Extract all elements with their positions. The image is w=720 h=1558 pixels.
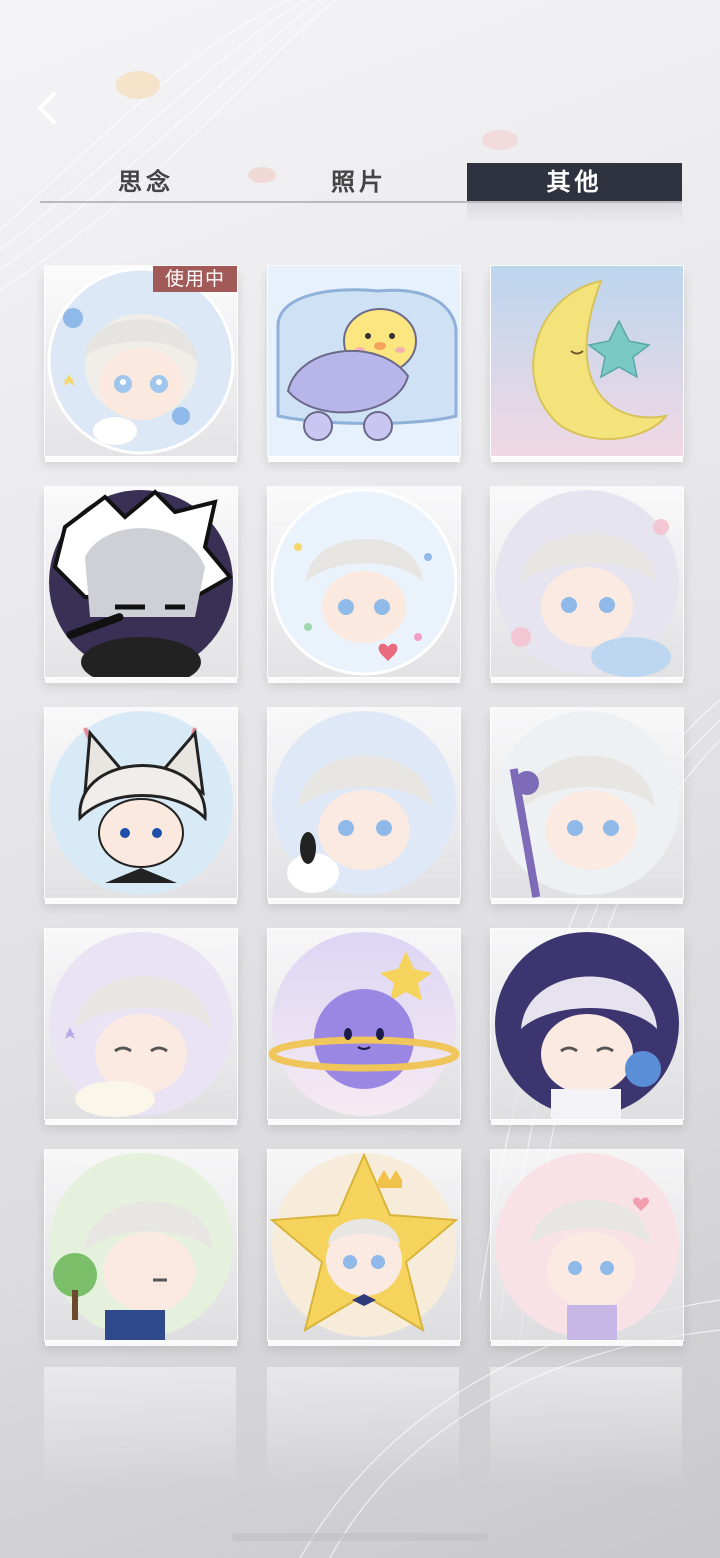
chibi-boy-staff-image [495,711,679,898]
duck-on-pillow-image [268,266,460,456]
chibi-boy-birthday-image [270,488,458,676]
chevron-left-icon [38,92,56,124]
avatar-card-chibi-boy-flower[interactable]: 使用中 [44,265,238,457]
chibi-boy-pastel-image [495,490,679,677]
avatar-card-moon-plush[interactable] [490,265,684,457]
avatar-card-chibi-boy-forest[interactable] [44,1149,238,1341]
tab-other[interactable]: 其他 [467,163,682,223]
tab-missing[interactable]: 思念 [40,163,252,201]
avatar-card-chibi-boy-staff[interactable] [490,707,684,899]
avatar-card-chibi-boy-microphone[interactable] [44,486,238,678]
chibi-boy-cat-ears-image [49,711,233,895]
chibi-boy-yes-sign-image [495,932,679,1119]
moon-plush-image [491,266,683,456]
purple-planet-image [268,932,460,1116]
chibi-boy-bunny-image [272,711,456,895]
avatar-card-faded [267,1367,459,1487]
chibi-boy-sleepy-image [49,932,233,1117]
avatar-card-faded [490,1367,682,1487]
tab-bar: 思念 照片 其他 [40,163,682,223]
avatar-card-chibi-boy-cat-ears[interactable] [44,707,238,899]
tab-photos[interactable]: 照片 [252,163,466,201]
avatar-card-chibi-boy-sleepy[interactable] [44,928,238,1120]
chibi-boy-pink-image [495,1153,679,1340]
avatar-card-duck-on-pillow[interactable] [267,265,461,457]
avatar-card-chibi-boy-pastel[interactable] [490,486,684,678]
avatar-card-chibi-boy-pink[interactable] [490,1149,684,1341]
back-button[interactable] [28,88,68,128]
avatar-card-chibi-boy-yes-sign[interactable] [490,928,684,1120]
avatar-card-faded [44,1367,236,1487]
avatar-card-chibi-boy-bunny[interactable] [267,707,461,899]
in-use-badge: 使用中 [153,266,237,292]
avatar-card-purple-planet[interactable] [267,928,461,1120]
home-indicator [232,1533,488,1541]
chibi-boy-microphone-image [49,489,234,677]
chibi-boy-flower-image [47,267,235,455]
avatar-card-chibi-boy-birthday[interactable] [267,486,461,678]
avatar-card-chibi-boy-star-costume[interactable] [267,1149,461,1341]
chibi-boy-forest-image [49,1153,233,1340]
tab-divider [40,201,682,203]
chibi-boy-star-costume-image [269,1152,459,1337]
